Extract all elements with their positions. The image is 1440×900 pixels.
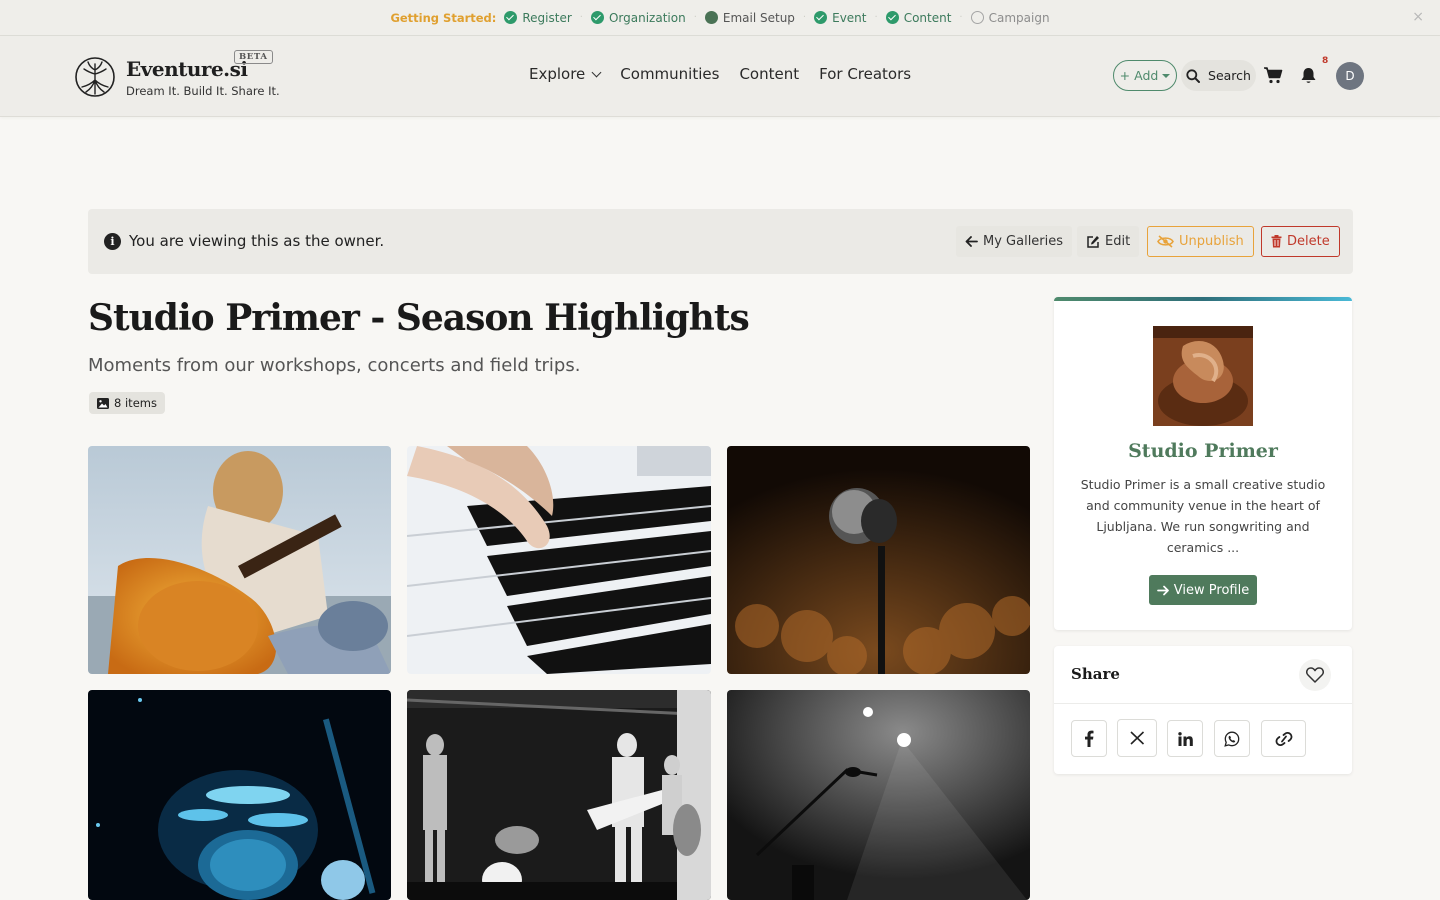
gallery-photo-drums[interactable] [88, 690, 391, 900]
arrow-left-icon [965, 236, 978, 247]
step-label: Organization [608, 10, 686, 25]
nav-explore[interactable]: Explore [529, 65, 602, 83]
unpublish-button[interactable]: Unpublish [1147, 226, 1254, 257]
step-label: Event [832, 10, 867, 25]
view-profile-label: View Profile [1173, 582, 1250, 598]
edit-label: Edit [1105, 234, 1131, 249]
step-label: Email Setup [722, 10, 795, 25]
avatar[interactable]: D [1336, 62, 1364, 90]
organizer-name[interactable]: Studio Primer [1054, 440, 1352, 462]
notification-count: 8 [1322, 56, 1329, 66]
nav-label: Explore [529, 65, 586, 83]
search-label: Search [1208, 68, 1251, 83]
add-label: + Add [1119, 68, 1159, 83]
delete-button[interactable]: Delete [1261, 226, 1340, 257]
empty-circle-icon [970, 11, 984, 24]
step-separator: · [802, 12, 807, 23]
check-icon [885, 11, 899, 24]
search-button[interactable]: Search [1181, 60, 1256, 91]
organizer-photo[interactable] [1153, 326, 1253, 426]
share-linkedin-button[interactable] [1167, 720, 1203, 757]
info-icon: i [104, 233, 121, 250]
heart-icon [1306, 667, 1324, 683]
close-icon[interactable]: × [1412, 9, 1424, 25]
step-email-setup[interactable]: Email Setup [704, 10, 795, 25]
step-separator: · [579, 12, 583, 23]
step-event[interactable]: Event [814, 10, 867, 25]
getting-started-bar: Getting Started: Register · Organization… [0, 0, 1440, 36]
getting-started-title: Getting Started: [390, 10, 497, 25]
x-icon [1129, 731, 1144, 745]
check-icon [504, 11, 518, 24]
gallery-subtitle: Moments from our workshops, concerts and… [88, 355, 581, 376]
nav-for-creators[interactable]: For Creators [819, 65, 911, 83]
beta-badge: BETA [234, 50, 273, 64]
favorite-button[interactable] [1299, 659, 1331, 691]
share-card: Share [1054, 646, 1352, 774]
caret-down-icon [1162, 73, 1171, 78]
step-content[interactable]: Content [885, 10, 952, 25]
card-accent-stripe [1054, 297, 1352, 301]
edit-icon [1087, 235, 1099, 248]
gallery-photo-piano[interactable] [407, 446, 711, 674]
owner-message: You are viewing this as the owner. [129, 232, 385, 250]
progress-dot-icon [704, 11, 718, 24]
gallery-photo-microphone[interactable] [727, 446, 1030, 674]
step-campaign[interactable]: Campaign [970, 10, 1050, 25]
chevron-down-icon [591, 67, 602, 77]
share-facebook-button[interactable] [1071, 720, 1107, 757]
gallery-photo-band[interactable] [407, 690, 711, 900]
organizer-card: Studio Primer Studio Primer is a small c… [1054, 297, 1352, 630]
cart-icon[interactable] [1263, 66, 1283, 84]
link-icon [1275, 731, 1292, 746]
items-count-label: 8 items [114, 396, 157, 410]
gallery-title: Studio Primer - Season Highlights [88, 297, 750, 339]
share-whatsapp-button[interactable] [1214, 720, 1250, 757]
delete-label: Delete [1287, 234, 1330, 249]
linkedin-icon [1177, 731, 1193, 746]
main-nav: Explore Communities Content For Creators [529, 65, 911, 83]
image-icon [97, 397, 110, 409]
brand-tagline: Dream It. Build It. Share It. [126, 84, 280, 98]
brand-name[interactable]: Eventure.si [126, 57, 248, 81]
step-register[interactable]: Register [504, 10, 572, 25]
my-galleries-button[interactable]: My Galleries [956, 226, 1073, 257]
unpublish-label: Unpublish [1179, 234, 1244, 249]
add-button[interactable]: + Add [1113, 60, 1177, 91]
step-organization[interactable]: Organization [590, 10, 686, 25]
share-x-button[interactable] [1117, 719, 1157, 757]
share-copy-link-button[interactable] [1261, 720, 1306, 757]
eye-slash-icon [1157, 235, 1174, 248]
my-galleries-label: My Galleries [983, 234, 1064, 249]
check-icon [814, 11, 828, 24]
gallery-photo-guitarist[interactable] [88, 446, 391, 674]
arrow-right-icon [1156, 585, 1169, 595]
edit-button[interactable]: Edit [1077, 226, 1140, 257]
tree-logo-icon[interactable] [74, 56, 116, 98]
search-icon [1186, 68, 1201, 83]
step-label: Register [522, 10, 572, 25]
items-count-badge: 8 items [89, 392, 165, 414]
step-separator: · [874, 12, 878, 23]
trash-icon [1271, 235, 1282, 248]
organizer-description: Studio Primer is a small creative studio… [1080, 477, 1326, 555]
step-label: Content [903, 10, 952, 25]
view-profile-button[interactable]: View Profile [1149, 575, 1257, 605]
step-separator: · [959, 12, 963, 23]
site-header: Eventure.si BETA Dream It. Build It. Sha… [0, 36, 1440, 117]
divider [1054, 703, 1352, 704]
whatsapp-icon [1224, 731, 1240, 747]
check-icon [590, 11, 604, 24]
step-label: Campaign [988, 10, 1050, 25]
bell-icon[interactable] [1300, 67, 1317, 85]
step-separator: · [693, 12, 697, 23]
nav-content[interactable]: Content [739, 65, 799, 83]
owner-notice: i You are viewing this as the owner. My … [88, 209, 1353, 274]
nav-communities[interactable]: Communities [620, 65, 719, 83]
facebook-icon [1085, 730, 1094, 747]
share-title: Share [1071, 665, 1120, 683]
gallery-photo-stage-light[interactable] [727, 690, 1030, 900]
